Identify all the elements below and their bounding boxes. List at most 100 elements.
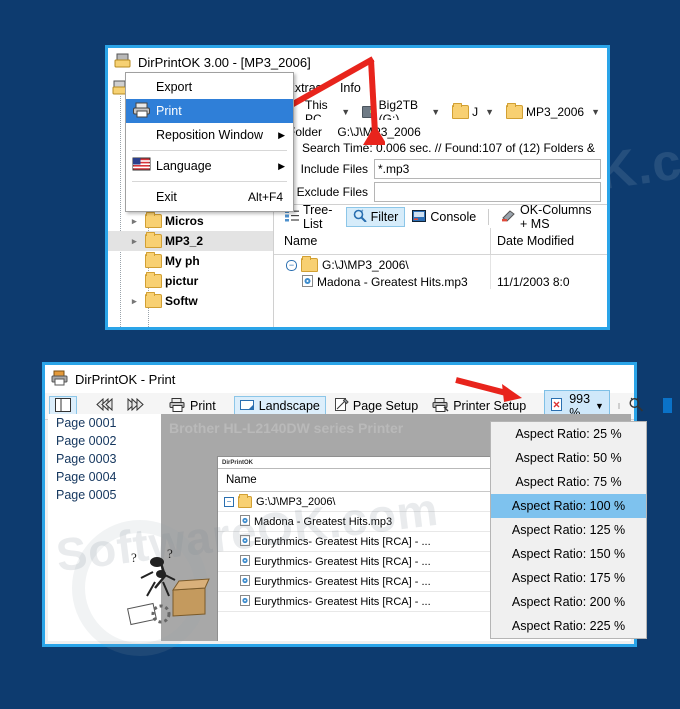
menu-item-label: Language [156,159,212,173]
menu-item-aspect-150[interactable]: Aspect Ratio: 150 % [491,542,646,566]
printer-name-label: Brother HL-L2140DW series Printer [169,420,404,436]
split-view-icon [55,397,71,415]
chevron-down-icon[interactable]: ▼ [481,107,498,117]
row-name: Eurythmics- Greatest Hits [RCA] - ... [254,575,431,588]
menu-item-aspect-175[interactable]: Aspect Ratio: 175 % [491,566,646,590]
zoom-slider[interactable] [617,398,672,413]
include-files-input[interactable] [374,159,601,179]
zoom-page-icon [550,397,564,415]
landscape-icon [239,398,255,414]
menu-info[interactable]: Info [331,78,370,98]
row-name: Madona - Greatest Hits.mp3 [254,515,393,528]
file-list: Name Date Modified − G:\J\MP3_2006\ Mado… [274,228,607,327]
tab-label-console: Console [430,210,477,224]
page-setup-button[interactable]: Page Setup [328,396,424,416]
menu-item-accelerator: Alt+F4 [247,190,283,204]
folder-icon [145,252,162,268]
tree-item-label: pictur [165,274,199,288]
magnifier-icon[interactable] [628,397,644,415]
exclude-files-row: Exclude Files [274,182,607,202]
row-name: Eurythmics- Greatest Hits [RCA] - ... [254,595,431,608]
tree-item-my-photos[interactable]: My ph [108,251,273,271]
menu-item-reposition-window[interactable]: Reposition Window ▶ [126,123,293,147]
include-files-row: Include Files [274,159,607,179]
tab-label-ok-columns: OK-Columns + MS [520,203,592,231]
expander-icon[interactable]: − [224,496,234,507]
tree-item-pictures[interactable]: pictur [108,271,273,291]
folder-icon [301,256,318,272]
printer-icon [51,370,69,389]
view-tabbar: Tree-List * Filter Console OK-Columns + … [274,203,607,231]
menu-item-export[interactable]: Export [126,75,293,99]
list-item[interactable]: Page 0003 [48,450,161,468]
tab-label-tree-list: Tree-List [303,203,333,231]
tab-filter[interactable]: * Filter [345,207,406,227]
tab-console[interactable]: Console [405,208,483,227]
page-list[interactable]: Page 0001 Page 0002 Page 0003 Page 0004 … [48,414,162,641]
chevron-right-icon[interactable]: ▸ [132,236,142,247]
console-icon [412,209,427,225]
folder-icon [145,212,162,228]
page-setup-button-label: Page Setup [352,399,419,413]
print-window-title: DirPrintOK - Print [75,371,176,387]
row-name: Eurythmics- Greatest Hits [RCA] - ... [254,555,431,568]
expander-icon[interactable]: − [286,259,297,271]
menu-item-aspect-75[interactable]: Aspect Ratio: 75 % [491,470,646,494]
row-date: 11/1/2003 8:0 [490,275,607,289]
tab-divider [488,209,490,225]
path-segment-j[interactable]: J ▼ [449,103,501,119]
exclude-files-label: Exclude Files [296,185,368,199]
chevron-down-icon[interactable]: ▼ [595,401,604,411]
list-item[interactable]: Page 0002 [48,432,161,450]
folder-icon [145,232,162,248]
table-row[interactable]: Madona - Greatest Hits.mp3 11/1/2003 8:0 [274,275,607,289]
landscape-button[interactable]: Landscape [233,396,326,416]
chevron-down-icon[interactable]: ▼ [587,107,604,117]
submenu-arrow-icon: ▶ [278,129,285,140]
tree-item-software[interactable]: ▸ Softw [108,291,273,311]
menu-item-label: Print [156,104,182,118]
mp3-file-icon [302,275,313,289]
list-item[interactable]: Page 0001 [48,414,161,432]
menu-separator [132,181,287,182]
filter-icon: * [353,209,367,225]
menu-item-aspect-25[interactable]: Aspect Ratio: 25 % [491,422,646,446]
mp3-file-icon [240,594,250,609]
table-row[interactable]: − G:\J\MP3_2006\ [274,255,607,275]
menu-item-print[interactable]: Print [126,99,293,123]
row-name: Madona - Greatest Hits.mp3 [317,275,468,289]
exclude-files-input[interactable] [374,182,601,202]
prev-page-icon [95,397,113,414]
tree-item-microsoft[interactable]: ▸ Micros [108,211,273,231]
mp3-file-icon [240,554,250,569]
prev-page-button[interactable] [89,396,119,416]
list-item[interactable]: Page 0004 [48,468,161,486]
path-segment-mp3[interactable]: MP3_2006 ▼ [503,103,607,119]
column-header-date[interactable]: Date Modified [490,228,607,254]
menu-item-aspect-50[interactable]: Aspect Ratio: 50 % [491,446,646,470]
row-name: G:\J\MP3_2006\ [322,258,409,272]
menu-item-aspect-100[interactable]: Aspect Ratio: 100 % [491,494,646,518]
tree-item-label: Softw [165,294,198,308]
chevron-down-icon[interactable]: ▼ [337,107,354,117]
menu-item-aspect-125[interactable]: Aspect Ratio: 125 % [491,518,646,542]
chevron-down-icon[interactable]: ▼ [427,107,444,117]
menu-item-aspect-225[interactable]: Aspect Ratio: 225 % [491,614,646,638]
tree-item-label: Micros [165,214,204,228]
submenu-arrow-icon: ▶ [278,160,285,171]
folder-icon [238,493,252,508]
menu-item-aspect-200[interactable]: Aspect Ratio: 200 % [491,590,646,614]
mp3-file-icon [240,514,250,529]
main-window-title: DirPrintOK 3.00 - [MP3_2006] [138,54,311,70]
chevron-right-icon[interactable]: ▸ [132,216,142,227]
menu-item-language[interactable]: Language ▶ [126,154,293,178]
include-files-label: Include Files [300,162,368,176]
list-item[interactable]: Page 0005 [48,486,161,504]
zoom-slider-handle[interactable] [662,398,672,413]
column-header-name[interactable]: Name [274,234,490,248]
chevron-right-icon[interactable]: ▸ [132,296,142,307]
menu-item-exit[interactable]: Exit Alt+F4 [126,185,293,209]
next-page-button[interactable] [121,396,151,416]
tree-item-mp3[interactable]: ▸ MP3_2 [108,231,273,251]
row-date [490,255,607,275]
